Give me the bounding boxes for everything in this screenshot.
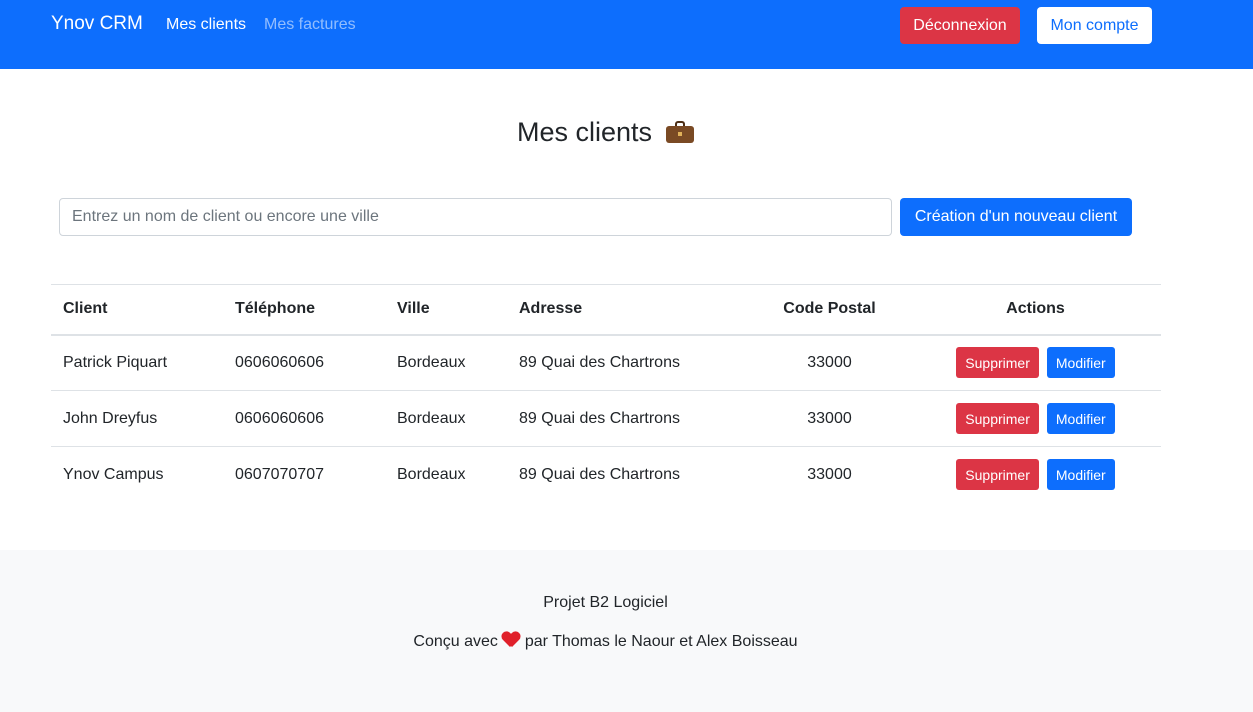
zip-cell: 33000 xyxy=(749,334,910,391)
actions-cell: Supprimer Modifier xyxy=(910,334,1161,391)
edit-button[interactable]: Modifier xyxy=(1046,459,1115,491)
nav-link-mes-factures[interactable]: Mes factures xyxy=(264,16,356,34)
client-name-cell: Patrick Piquart xyxy=(51,334,223,391)
address-cell: 89 Quai des Chartrons xyxy=(507,334,749,391)
address-cell: 89 Quai des Chartrons xyxy=(519,465,680,483)
nav-link-mes-clients[interactable]: Mes clients xyxy=(166,16,246,34)
actions-cell: Supprimer Modifier xyxy=(910,390,1161,447)
city-cell: Bordeaux xyxy=(397,465,466,483)
delete-button[interactable]: Supprimer xyxy=(956,403,1039,434)
phone-cell: 0606060606 xyxy=(223,390,385,447)
city-cell: Bordeaux xyxy=(385,334,507,391)
clients-table: Client Téléphone Ville Adresse Code Post… xyxy=(51,284,1161,503)
footer-credits-prefix: Conçu avec xyxy=(413,633,498,650)
column-header-actions: Actions xyxy=(910,284,1161,336)
edit-button[interactable]: Modifier xyxy=(1046,347,1115,379)
create-client-button[interactable]: Création d'un nouveau client xyxy=(900,198,1132,236)
actions-cell: Supprimer Modifier xyxy=(910,447,1161,503)
heart-icon xyxy=(502,632,520,648)
table-row: John Dreyfus 0606060606 Bordeaux 89 Quai… xyxy=(51,390,1161,447)
client-name-cell: John Dreyfus xyxy=(51,390,223,447)
briefcase-icon xyxy=(666,121,695,143)
table-header-row: Client Téléphone Ville Adresse Code Post… xyxy=(51,284,1161,336)
brand-link[interactable]: Ynov CRM xyxy=(51,13,143,35)
column-header-adresse: Adresse xyxy=(507,284,749,336)
address-cell: 89 Quai des Chartrons xyxy=(507,390,749,447)
page-title: Mes clients xyxy=(0,117,1211,148)
table-row: Ynov Campus 0607070707 Bordeaux 89 Quai … xyxy=(51,447,1161,503)
column-header-client: Client xyxy=(51,284,223,336)
footer-credits-suffix: par Thomas le Naour et Alex Boisseau xyxy=(524,633,798,650)
zip-cell: 33000 xyxy=(749,390,910,447)
page-title-text: Mes clients xyxy=(516,117,653,147)
footer-credits: Conçu avec par Thomas le Naour et Alex B… xyxy=(0,632,1211,651)
logout-button[interactable]: Déconnexion xyxy=(900,7,1020,44)
zip-cell: 33000 xyxy=(807,465,852,483)
column-header-code-postal: Code Postal xyxy=(749,284,910,336)
search-input[interactable] xyxy=(59,198,892,236)
table-row: Patrick Piquart 0606060606 Bordeaux 89 Q… xyxy=(51,334,1161,391)
footer-project-text: Projet B2 Logiciel xyxy=(543,594,668,611)
delete-button[interactable]: Supprimer xyxy=(956,347,1039,379)
column-header-ville: Ville xyxy=(385,284,507,336)
client-name-cell: Ynov Campus xyxy=(63,465,164,483)
delete-button[interactable]: Supprimer xyxy=(956,459,1039,491)
edit-button[interactable]: Modifier xyxy=(1046,403,1115,434)
city-cell: Bordeaux xyxy=(385,390,507,447)
account-button[interactable]: Mon compte xyxy=(1037,7,1152,44)
footer: Projet B2 Logiciel Conçu avec par Thomas… xyxy=(0,550,1253,712)
column-header-telephone: Téléphone xyxy=(223,284,385,336)
phone-cell: 0607070707 xyxy=(235,465,324,483)
phone-cell: 0606060606 xyxy=(223,334,385,391)
navbar: Ynov CRM Mes clients Mes factures Déconn… xyxy=(0,0,1253,69)
